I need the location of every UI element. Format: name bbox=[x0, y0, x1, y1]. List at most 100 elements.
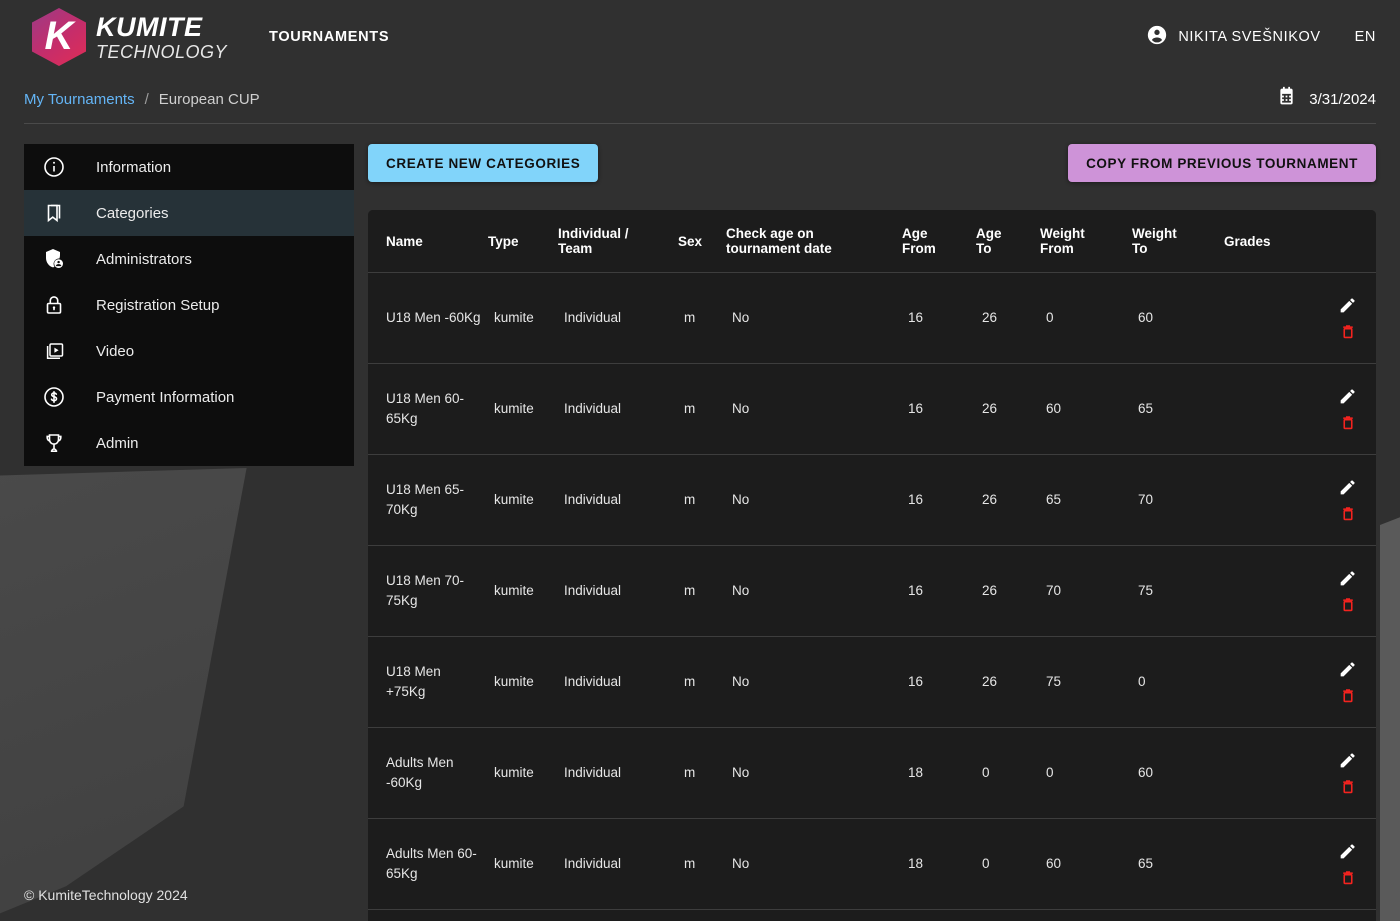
cell-age-to: 26 bbox=[976, 637, 1040, 728]
column-header-line1: Age bbox=[902, 226, 970, 241]
row-action-group bbox=[1230, 750, 1358, 796]
column-header-grades: Grades bbox=[1224, 210, 1376, 273]
cell-weight-from: 60 bbox=[1040, 364, 1132, 455]
cell-name: U18 Men -60Kg bbox=[368, 273, 488, 364]
lock-icon bbox=[42, 293, 76, 317]
table-row[interactable]: Adults Men -60KgkumiteIndividualmNo18006… bbox=[368, 728, 1376, 819]
cell-weight-from: 70 bbox=[1040, 546, 1132, 637]
cell-grades-actions bbox=[1224, 728, 1376, 819]
cell-weight-to: 65 bbox=[1132, 364, 1224, 455]
sidebar-item-label: Information bbox=[96, 159, 171, 176]
cell-type: kumite bbox=[488, 273, 558, 364]
cell-age-to: 26 bbox=[976, 546, 1040, 637]
cell-type: kumite bbox=[488, 637, 558, 728]
column-header-sex: Sex bbox=[678, 210, 726, 273]
sidebar-item-information[interactable]: Information bbox=[24, 144, 354, 190]
trash-delete-icon[interactable] bbox=[1338, 321, 1358, 341]
breadcrumb: My Tournaments / European CUP bbox=[24, 91, 260, 108]
brand-name-line2: TECHNOLOGY bbox=[96, 43, 227, 61]
cell-check-age: No bbox=[726, 455, 902, 546]
column-header-name: Name bbox=[368, 210, 488, 273]
table-row[interactable]: U18 Men 60-65KgkumiteIndividualmNo162660… bbox=[368, 364, 1376, 455]
table-row[interactable]: U18 Men 70-75KgkumiteIndividualmNo162670… bbox=[368, 546, 1376, 637]
trash-delete-icon[interactable] bbox=[1338, 776, 1358, 796]
trash-delete-icon[interactable] bbox=[1338, 503, 1358, 523]
tournament-date: 3/31/2024 bbox=[1276, 86, 1376, 112]
cell-weight-from: 0 bbox=[1040, 728, 1132, 819]
row-action-group bbox=[1230, 568, 1358, 614]
column-header-line2: To bbox=[1132, 241, 1218, 256]
trash-delete-icon[interactable] bbox=[1338, 594, 1358, 614]
table-row[interactable]: U18 Men -60KgkumiteIndividualmNo1626060 bbox=[368, 273, 1376, 364]
cell-weight-to: 70 bbox=[1132, 455, 1224, 546]
column-header-line1: Grades bbox=[1224, 234, 1370, 249]
user-name-label: NIKITA SVEŠNIKOV bbox=[1178, 29, 1320, 45]
cell-grades-actions bbox=[1224, 273, 1376, 364]
toolbar: CREATE NEW CATEGORIES COPY FROM PREVIOUS… bbox=[368, 144, 1376, 182]
sidebar-item-label: Registration Setup bbox=[96, 297, 219, 314]
bookmark-icon bbox=[42, 201, 76, 225]
table-header: NameTypeIndividual /TeamSexCheck age ont… bbox=[368, 210, 1376, 273]
copy-from-previous-tournament-button[interactable]: COPY FROM PREVIOUS TOURNAMENT bbox=[1068, 144, 1376, 182]
account-circle-icon bbox=[1146, 24, 1168, 51]
calendar-icon bbox=[1276, 86, 1297, 112]
row-action-group bbox=[1230, 477, 1358, 523]
pencil-edit-icon[interactable] bbox=[1338, 750, 1358, 770]
cell-age-from: 16 bbox=[902, 637, 976, 728]
cell-sex: m bbox=[678, 728, 726, 819]
column-header-line1: Sex bbox=[678, 234, 720, 249]
trophy-icon bbox=[42, 431, 76, 455]
column-header-line1: Check age on bbox=[726, 226, 896, 241]
sidebar-item-label: Administrators bbox=[96, 251, 192, 268]
pencil-edit-icon[interactable] bbox=[1338, 386, 1358, 406]
row-action-group bbox=[1230, 295, 1358, 341]
breadcrumb-my-tournaments[interactable]: My Tournaments bbox=[24, 91, 135, 108]
pencil-edit-icon[interactable] bbox=[1338, 568, 1358, 588]
cell-check-age: No bbox=[726, 728, 902, 819]
cell-grades-actions bbox=[1224, 364, 1376, 455]
kumite-hexagon-logo-icon: K bbox=[32, 8, 86, 66]
sidebar-item-video[interactable]: Video bbox=[24, 328, 354, 374]
column-header-line1: Weight bbox=[1132, 226, 1218, 241]
language-switcher[interactable]: EN bbox=[1355, 29, 1376, 45]
cell-name: U18 Men +75Kg bbox=[368, 637, 488, 728]
sidebar-item-administrators[interactable]: Administrators bbox=[24, 236, 354, 282]
sidebar-item-payment-information[interactable]: Payment Information bbox=[24, 374, 354, 420]
table-body: U18 Men -60KgkumiteIndividualmNo1626060U… bbox=[368, 273, 1376, 921]
cell-type: kumite bbox=[488, 728, 558, 819]
pencil-edit-icon[interactable] bbox=[1338, 659, 1358, 679]
trash-delete-icon[interactable] bbox=[1338, 685, 1358, 705]
user-menu[interactable]: NIKITA SVEŠNIKOV bbox=[1146, 24, 1320, 51]
cell-individual-team: Individual bbox=[558, 728, 678, 819]
cell-weight-to: 0 bbox=[1132, 637, 1224, 728]
column-header-line1: Individual / bbox=[558, 226, 672, 241]
cell-sex: m bbox=[678, 637, 726, 728]
cell-name: U18 Men 60-65Kg bbox=[368, 364, 488, 455]
sidebar-nav: Information Categories Administrators Regis… bbox=[24, 144, 354, 466]
column-header-check-age-on-tournament-date: Check age ontournament date bbox=[726, 210, 902, 273]
cell-age-to: 26 bbox=[976, 455, 1040, 546]
cell-type: kumite bbox=[488, 455, 558, 546]
cell-grades-actions bbox=[1224, 455, 1376, 546]
brand-logo[interactable]: K KUMITE TECHNOLOGY bbox=[32, 8, 227, 66]
pencil-edit-icon[interactable] bbox=[1338, 477, 1358, 497]
table-row[interactable]: U18 Men 65-70KgkumiteIndividualmNo162665… bbox=[368, 455, 1376, 546]
page-body: Information Categories Administrators Regis… bbox=[0, 124, 1400, 921]
cell-sex: m bbox=[678, 273, 726, 364]
categories-table: NameTypeIndividual /TeamSexCheck age ont… bbox=[368, 210, 1376, 921]
column-header-line2: From bbox=[1040, 241, 1126, 256]
cell-age-to: 0 bbox=[976, 728, 1040, 819]
column-header-weight-from: WeightFrom bbox=[1040, 210, 1132, 273]
pencil-edit-icon[interactable] bbox=[1338, 841, 1358, 861]
sidebar-item-admin[interactable]: Admin bbox=[24, 420, 354, 466]
shield-person-icon bbox=[42, 247, 76, 271]
sidebar-item-registration-setup[interactable]: Registration Setup bbox=[24, 282, 354, 328]
create-new-categories-button[interactable]: CREATE NEW CATEGORIES bbox=[368, 144, 598, 182]
nav-tournaments[interactable]: TOURNAMENTS bbox=[269, 29, 389, 45]
table-row[interactable]: U18 Men +75KgkumiteIndividualmNo1626750 bbox=[368, 637, 1376, 728]
pencil-edit-icon[interactable] bbox=[1338, 295, 1358, 315]
breadcrumb-bar: My Tournaments / European CUP 3/31/2024 bbox=[0, 74, 1400, 124]
cell-sex: m bbox=[678, 546, 726, 637]
trash-delete-icon[interactable] bbox=[1338, 412, 1358, 432]
sidebar-item-categories[interactable]: Categories bbox=[24, 190, 354, 236]
